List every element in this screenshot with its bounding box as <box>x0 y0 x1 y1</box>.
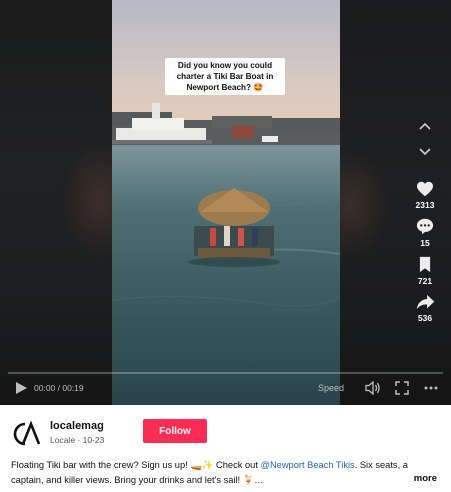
more-options-button[interactable] <box>423 380 439 396</box>
share-icon <box>416 294 434 310</box>
post-info: localemag Locale · 10-23 Follow Floating… <box>0 405 451 492</box>
like-button[interactable]: 2313 <box>408 181 442 210</box>
play-icon <box>16 382 27 394</box>
description-text: Floating Tiki bar with the crew? Sign us… <box>11 460 261 470</box>
volume-button[interactable] <box>365 380 381 396</box>
comment-button[interactable]: 15 <box>408 218 442 248</box>
play-button[interactable] <box>14 381 28 395</box>
save-count: 721 <box>417 276 433 286</box>
previous-video-button[interactable] <box>408 115 442 137</box>
speed-button[interactable]: Speed <box>318 383 344 393</box>
share-count: 536 <box>417 313 433 323</box>
heart-icon <box>417 181 433 197</box>
share-button[interactable]: 536 <box>408 294 442 323</box>
chevron-down-icon <box>419 148 431 156</box>
comment-icon <box>416 218 434 235</box>
side-action-bar: 2313 15 721 536 <box>408 115 442 323</box>
save-button[interactable]: 721 <box>408 256 442 286</box>
follow-button[interactable]: Follow <box>143 419 207 443</box>
locale-logo <box>13 420 41 446</box>
blurred-backdrop-left <box>0 0 140 405</box>
post-description: Floating Tiki bar with the crew? Sign us… <box>11 458 439 488</box>
bookmark-icon <box>419 256 431 273</box>
time-display: 00:00 / 00:19 <box>34 383 84 393</box>
avatar[interactable] <box>10 418 42 450</box>
progress-bar[interactable] <box>8 372 443 374</box>
video-overlay-caption: Did you know you could charter a Tiki Ba… <box>165 58 285 95</box>
more-button[interactable]: more <box>414 473 437 484</box>
mention-link[interactable]: @Newport Beach Tikis <box>261 460 355 470</box>
more-options-icon <box>424 386 438 390</box>
chevron-up-icon <box>419 122 431 130</box>
fullscreen-button[interactable] <box>394 380 410 396</box>
post-meta: Locale · 10-23 <box>50 435 105 445</box>
like-count: 2313 <box>415 200 435 210</box>
video-player[interactable]: Did you know you could charter a Tiki Ba… <box>0 0 451 405</box>
player-controls: 00:00 / 00:19 Speed <box>0 372 451 405</box>
username-link[interactable]: localemag <box>50 420 104 432</box>
fullscreen-icon <box>395 381 409 395</box>
volume-icon <box>365 380 380 396</box>
comment-count: 15 <box>420 238 430 248</box>
next-video-button[interactable] <box>408 141 442 163</box>
